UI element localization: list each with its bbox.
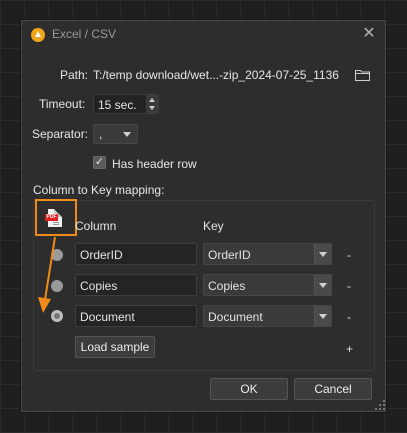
column-header: Column [75,219,117,233]
timeout-value: 15 sec. [98,98,137,112]
remove-row-button[interactable]: - [347,248,351,262]
cancel-button[interactable]: Cancel [294,378,372,400]
ok-button[interactable]: OK [210,378,288,400]
dropdown-button[interactable] [314,306,331,326]
column-value: Document [80,310,135,324]
key-value: Document [208,310,263,324]
spin-buttons[interactable] [146,95,158,113]
key-dropdown[interactable]: OrderID [203,243,332,265]
column-value: OrderID [80,248,123,262]
pdf-file-highlight[interactable]: PDF [35,199,77,236]
spin-up-icon[interactable] [149,98,155,102]
separator-label: Separator: [32,127,89,141]
spin-down-icon[interactable] [149,106,155,110]
chevron-down-icon [123,132,131,137]
load-sample-button[interactable]: Load sample [75,336,155,358]
mapping-title: Column to Key mapping: [33,183,165,197]
column-value: Copies [80,279,118,293]
dropdown-button[interactable] [314,244,331,264]
header-row-checkbox[interactable]: ✓ [93,156,106,169]
separator-dropdown[interactable]: , [93,124,138,144]
pdf-icon: PDF [45,209,62,227]
key-header: Key [203,219,224,233]
timeout-spinbox[interactable]: 15 sec. [93,94,159,114]
cloud-upload-icon [31,28,45,42]
key-dropdown[interactable]: Copies [203,274,332,296]
dropdown-button[interactable] [314,275,331,295]
resize-grip-icon[interactable] [375,400,385,410]
path-label: Path: [60,68,89,82]
key-value: OrderID [208,248,251,262]
row-radio-selected[interactable] [51,310,63,322]
chevron-down-icon [319,252,327,257]
folder-icon[interactable] [355,69,370,81]
row-radio[interactable] [51,249,63,261]
excel-csv-dialog: Excel / CSV ✕ Path: T:/temp download/wet… [21,20,386,412]
column-field[interactable]: OrderID [75,243,197,265]
close-icon[interactable]: ✕ [361,25,377,43]
separator-value: , [99,127,103,141]
add-row-button[interactable]: + [346,342,353,356]
chevron-down-icon [319,314,327,319]
path-value: T:/temp download/wet...-zip_2024-07-25_1… [93,68,339,82]
column-field[interactable]: Copies [75,274,197,296]
dialog-title: Excel / CSV [52,27,117,41]
row-radio[interactable] [51,280,63,292]
key-dropdown[interactable]: Document [203,305,332,327]
remove-row-button[interactable]: - [347,279,351,293]
header-row-label: Has header row [112,157,197,171]
key-value: Copies [208,279,246,293]
timeout-label: Timeout: [39,97,86,111]
pdf-tag: PDF [45,214,58,221]
remove-row-button[interactable]: - [347,310,351,324]
column-field[interactable]: Document [75,305,197,327]
title-bar: Excel / CSV ✕ [22,21,385,49]
chevron-down-icon [319,283,327,288]
